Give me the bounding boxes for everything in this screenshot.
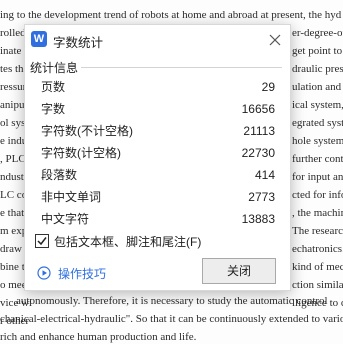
document-line-fragment: cted for infor (292, 189, 343, 201)
stat-row-chinese-chars: 中文字符 13883 (31, 209, 282, 229)
document-line: autonomously. Therefore, it is necessary… (16, 295, 328, 307)
document-line-fragment: , the machine (292, 207, 343, 219)
checkmark-icon (37, 237, 47, 246)
stat-value: 13883 (241, 212, 275, 226)
stat-row-pages: 页数 29 (31, 77, 282, 97)
document-line-fragment: get point to ar (292, 45, 343, 57)
stat-value: 16656 (241, 102, 275, 116)
play-circle-icon (37, 266, 51, 280)
document-line-fragment: kind of mech (292, 261, 343, 273)
document-line-fragment: egrated system (292, 117, 343, 129)
stat-label: 非中文单词 (41, 190, 102, 204)
word-count-dialog: W 字数统计 统计信息 页数 29 字数 16656 字符数(不计空格) 211… (24, 24, 291, 291)
wps-writer-icon: W (31, 31, 47, 47)
stat-label: 字数 (41, 102, 66, 116)
stat-value: 29 (261, 80, 275, 94)
operation-tips-label: 操作技巧 (58, 267, 107, 281)
document-line-fragment: hole system. (292, 135, 343, 147)
stat-row-paragraphs: 段落数 414 (31, 165, 282, 185)
title-bar[interactable]: W 字数统计 (25, 25, 290, 55)
document-line-fragment: ical system, c (292, 99, 343, 111)
group-label: 统计信息 (29, 59, 82, 76)
stat-value: 21113 (243, 124, 275, 138)
stat-row-non-chinese-words: 非中文单词 2773 (31, 187, 282, 207)
stat-label: 段落数 (41, 168, 78, 182)
document-line: ing to the development trend of robots a… (0, 9, 342, 21)
document-line: rich and enhance human production and li… (0, 331, 197, 343)
stat-value: 22730 (241, 146, 275, 160)
stat-row-chars-no-spaces: 字符数(不计空格) 21113 (31, 121, 282, 141)
checkbox-box[interactable] (35, 234, 49, 248)
stat-row-chars-with-spaces: 字符数(计空格) 22730 (31, 143, 282, 163)
document-line-fragment: The research (292, 225, 343, 237)
statistics-group: 统计信息 页数 29 字数 16656 字符数(不计空格) 21113 字符数(… (29, 59, 282, 232)
close-button[interactable]: 关闭 (202, 258, 276, 284)
document-line-fragment: for input and (292, 171, 343, 183)
stat-value: 414 (254, 168, 275, 182)
document-line-fragment: ulation and se (292, 81, 343, 93)
stat-value: 2773 (248, 190, 275, 204)
document-line-fragment: draulic pressu (292, 63, 343, 75)
stat-label: 中文字符 (41, 212, 90, 226)
dialog-title: 字数统计 (53, 36, 104, 50)
document-line-fragment: echatronics. (292, 243, 343, 255)
stat-label: 字符数(不计空格) (41, 124, 133, 138)
stat-label: 页数 (41, 80, 66, 94)
document-line-fragment: further contr (292, 153, 343, 165)
checkbox-label: 包括文本框、脚注和尾注(F) (54, 235, 202, 249)
stat-label: 字符数(计空格) (41, 146, 121, 160)
document-line-fragment: er-degree-of-fr (292, 27, 343, 39)
document-line: chanical-electrical-hydraulic". So that … (0, 313, 343, 325)
stat-row-words: 字数 16656 (31, 99, 282, 119)
close-icon[interactable] (264, 29, 286, 51)
